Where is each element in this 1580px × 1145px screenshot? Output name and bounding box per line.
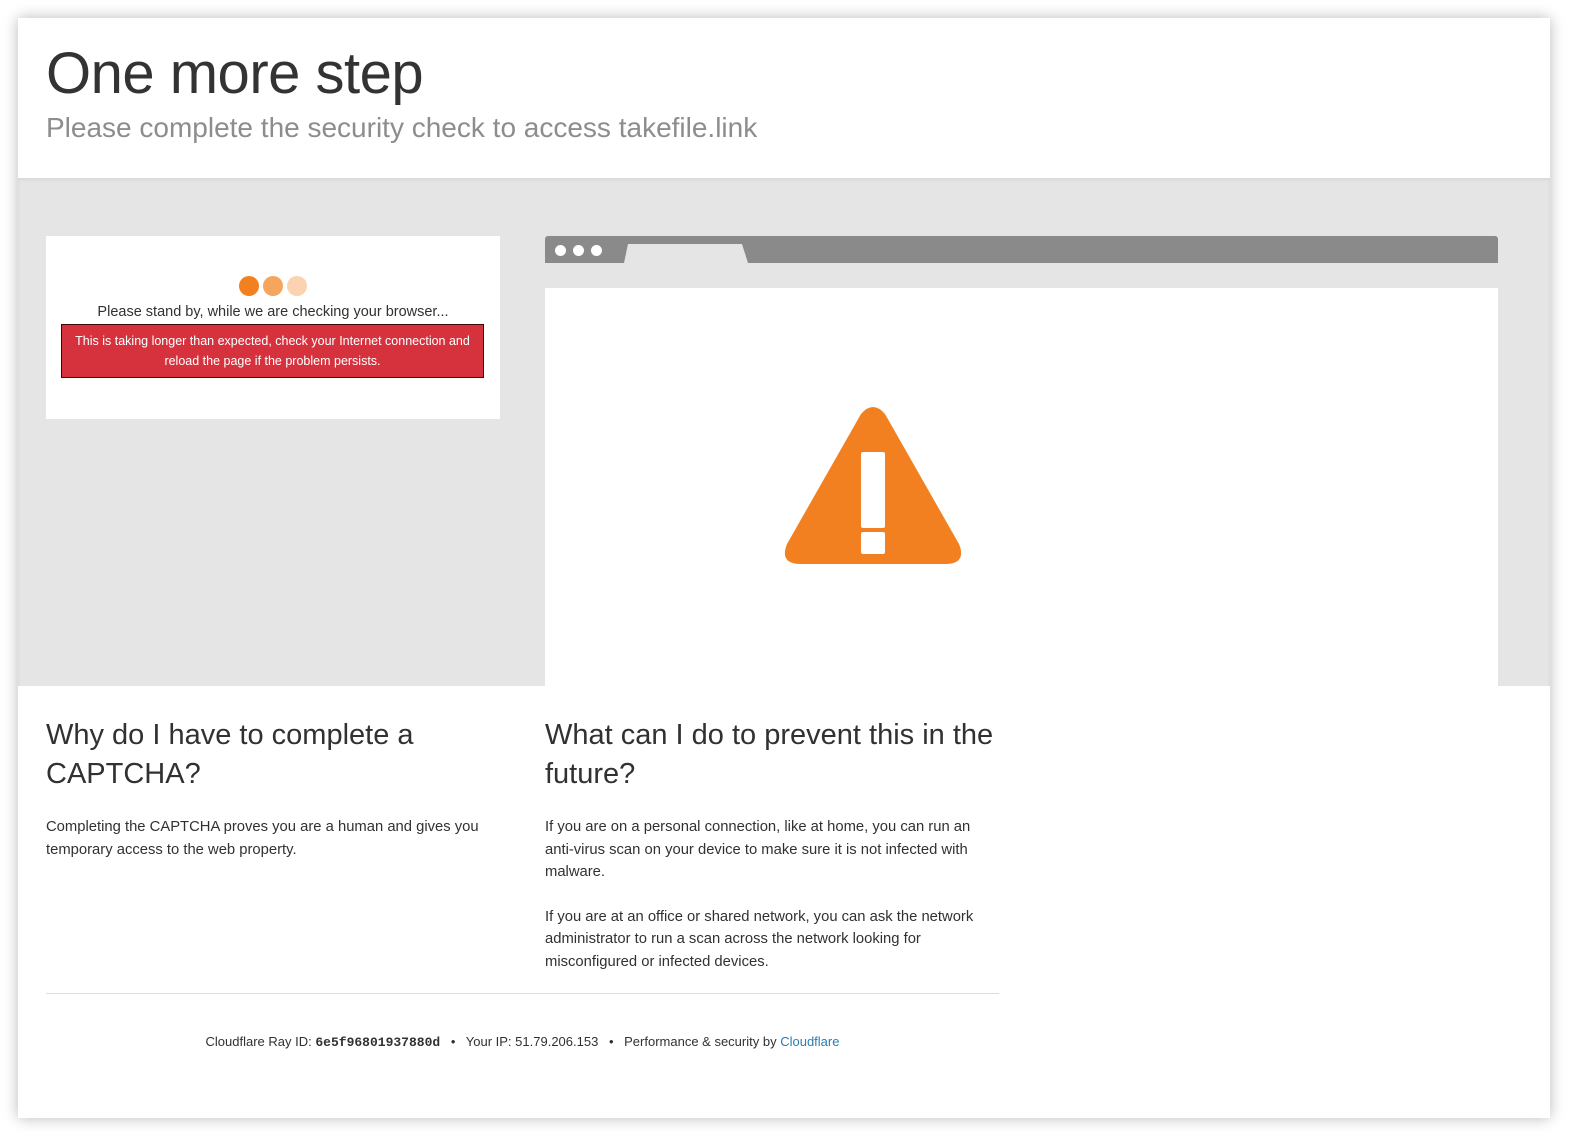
footer-separator: • [608,1034,614,1049]
cloudflare-link[interactable]: Cloudflare [780,1034,839,1049]
why-captcha-text: Completing the CAPTCHA proves you are a … [46,819,479,858]
footer-divider [46,993,999,994]
loading-dot [263,276,283,296]
why-captcha-heading: Why do I have to complete a CAPTCHA? [46,719,414,790]
performance-label: Performance & security by [624,1034,777,1049]
loading-indicator [239,276,307,296]
prevent-heading: What can I do to prevent this in the fut… [545,719,994,790]
prevent-text-office: If you are at an office or shared networ… [545,908,974,970]
browser-illustration [545,236,1498,686]
browser-illustration-body [545,288,1498,686]
ip-value: 51.79.206.153 [515,1034,599,1049]
page-subtitle: Please complete the security check to ac… [46,112,758,143]
timeout-error-message: This is taking longer than expected, che… [61,324,484,378]
loading-dot [239,276,259,296]
loading-dot [287,276,307,296]
footer: Cloudflare Ray ID: 6e5f96801937880d • Yo… [46,1034,999,1050]
browser-check-panel: Please stand by, while we are checking y… [46,236,500,419]
ray-id-value: 6e5f96801937880d [315,1035,441,1050]
prevent-text-personal: If you are on a personal connection, lik… [545,819,971,880]
ip-label: Your IP: [465,1034,512,1049]
browser-window: One more step Please complete the securi… [18,18,1550,1118]
info-section: Why do I have to complete a CAPTCHA? Com… [18,686,1550,1118]
footer-separator: • [450,1034,456,1049]
window-dot-icon [573,245,584,256]
browser-tab-shape [624,244,748,263]
window-dot-icon [591,245,602,256]
warning-triangle-icon [784,407,962,564]
browser-illustration-bar [545,236,1498,263]
prevent-column: What can I do to prevent this in the fut… [545,716,995,995]
challenge-section: Please stand by, while we are checking y… [18,178,1550,686]
page-title: One more step [46,41,424,106]
page-header: One more step Please complete the securi… [18,18,1550,178]
standby-message: Please stand by, while we are checking y… [97,304,449,320]
window-dot-icon [555,245,566,256]
ray-id-label: Cloudflare Ray ID: [205,1034,312,1049]
why-captcha-column: Why do I have to complete a CAPTCHA? Com… [46,716,502,883]
